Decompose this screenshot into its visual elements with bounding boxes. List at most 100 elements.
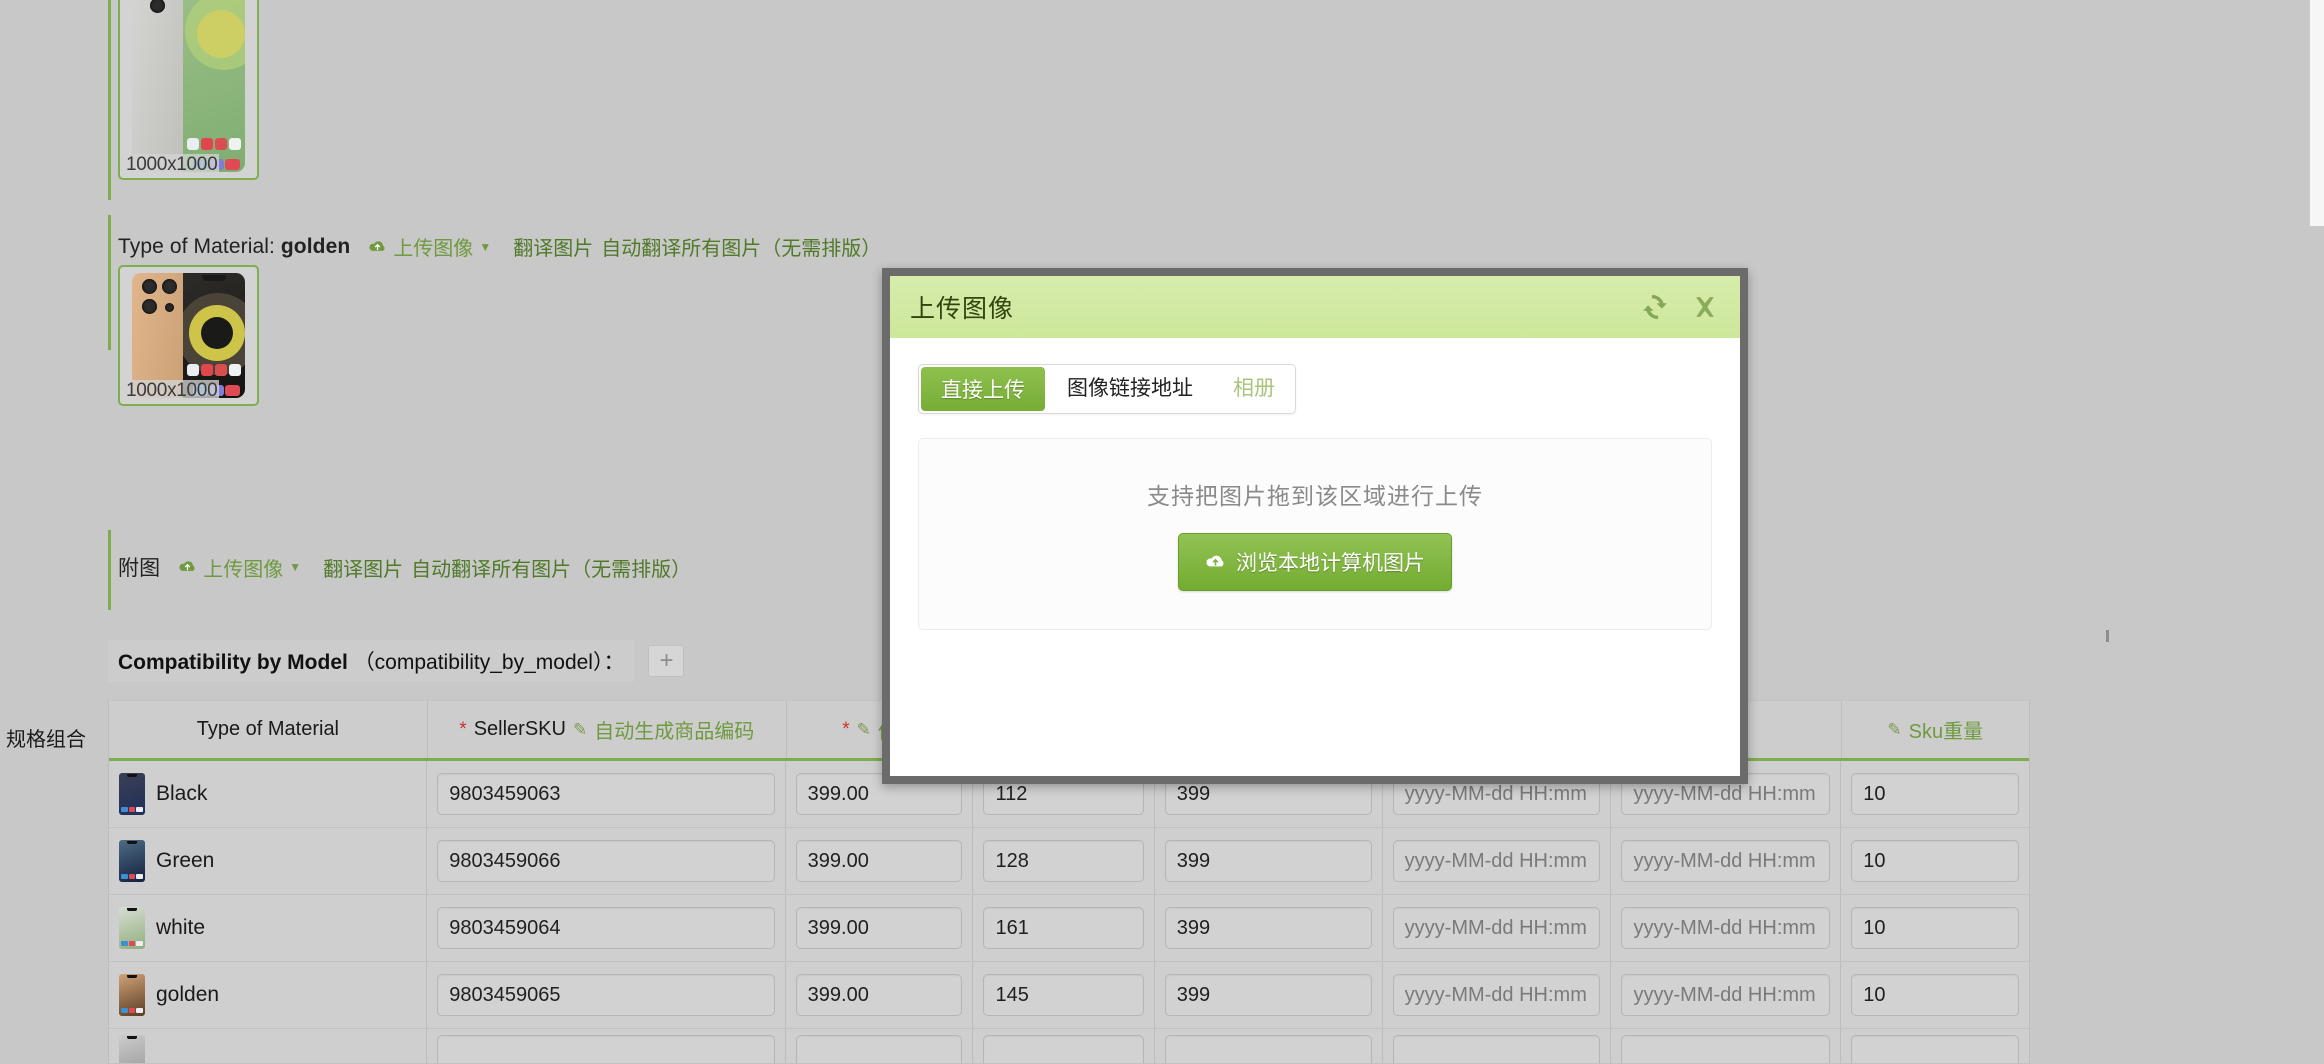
cell-quantity-input[interactable]: 161	[983, 907, 1144, 949]
cell-amount-input[interactable]	[1164, 1035, 1372, 1063]
cell-price-input[interactable]: 399.00	[795, 907, 963, 949]
browse-button-label: 浏览本地计算机图片	[1236, 552, 1425, 575]
refresh-icon[interactable]	[1640, 292, 1670, 322]
required-asterisk-icon: *	[459, 718, 467, 740]
cell-date-1-input[interactable]	[1392, 1035, 1601, 1063]
cell-price-input[interactable]: 399.00	[795, 840, 963, 882]
cell-sku-weight-input[interactable]: 10	[1851, 840, 2019, 882]
cell-price	[786, 1029, 974, 1063]
cell-sellersku: 9803459066	[427, 828, 786, 894]
cell-sellersku-input[interactable]: 9803459063	[437, 773, 775, 815]
thumbnail-dimension-label: 1000x1000	[124, 154, 220, 176]
cell-sellersku: 9803459063	[427, 761, 786, 827]
text-cursor-artifact	[2106, 630, 2109, 642]
tab-image-url[interactable]: 图像链接地址	[1047, 365, 1213, 409]
material-group-2	[108, 215, 111, 350]
browse-local-images-button[interactable]: 浏览本地计算机图片	[1178, 533, 1452, 591]
cell-quantity-input[interactable]	[983, 1035, 1144, 1063]
cell-amount-input[interactable]: 399	[1164, 974, 1372, 1016]
tab-album[interactable]: 相册	[1213, 365, 1295, 409]
translate-image-link-golden[interactable]: 翻译图片	[513, 232, 593, 261]
cell-quantity: 145	[973, 962, 1155, 1028]
column-header-type-of-material[interactable]: Type of Material	[109, 701, 428, 758]
material-name-text: Black	[156, 782, 208, 805]
cell-type-of-material: Black	[109, 761, 428, 827]
cell-amount: 399	[1155, 828, 1383, 894]
cell-type-of-material: Green	[109, 828, 428, 894]
cell-sku-weight-input[interactable]: 10	[1851, 907, 2019, 949]
cell-date-2-input[interactable]: yyyy-MM-dd HH:mm	[1621, 840, 1831, 882]
translate-image-link-attachment[interactable]: 翻译图片	[323, 553, 403, 582]
cell-price-input[interactable]	[795, 1035, 963, 1063]
modal-title: 上传图像	[910, 295, 1015, 323]
cell-amount	[1155, 1029, 1383, 1063]
cell-date-2: yyyy-MM-dd HH:mm	[1611, 828, 1842, 894]
cell-sku-weight-input[interactable]: 10	[1851, 773, 2019, 815]
cell-date-1-input[interactable]: yyyy-MM-dd HH:mm	[1392, 907, 1601, 949]
cell-quantity-input[interactable]: 145	[983, 974, 1144, 1016]
cell-amount-input[interactable]: 399	[1164, 840, 1372, 882]
pencil-icon: ✎	[856, 719, 871, 739]
cell-sellersku-input[interactable]	[437, 1035, 775, 1063]
auto-generate-sku-link[interactable]: 自动生成商品编码	[594, 715, 754, 744]
cell-date-1-input[interactable]: yyyy-MM-dd HH:mm	[1392, 974, 1601, 1016]
material-name-text: golden	[156, 983, 220, 1006]
cell-sku-weight-input[interactable]	[1851, 1035, 2019, 1063]
cell-quantity: 128	[973, 828, 1155, 894]
cell-date-1: yyyy-MM-dd HH:mm	[1383, 828, 1612, 894]
cell-type-of-material	[109, 1029, 428, 1063]
cell-date-1: yyyy-MM-dd HH:mm	[1383, 962, 1612, 1028]
upload-image-link-attachment[interactable]: 上传图像 ▼	[178, 553, 301, 582]
cell-sku-weight-input[interactable]: 10	[1851, 974, 2019, 1016]
cell-sellersku	[427, 1029, 786, 1063]
upload-image-link-golden[interactable]: 上传图像 ▼	[368, 232, 491, 261]
add-compatibility-button[interactable]: +	[648, 645, 685, 677]
cloud-upload-icon	[1206, 555, 1224, 567]
cell-sellersku-input[interactable]: 9803459065	[437, 974, 775, 1016]
attachment-group	[108, 530, 111, 610]
pencil-icon: ✎	[572, 719, 588, 739]
cell-sku-weight	[1841, 1029, 2029, 1063]
material-thumbnail-1[interactable]: 1000x1000	[118, 0, 259, 180]
attachment-label-row: 附图 上传图像 ▼ 翻译图片 自动翻译所有图片（无需排版）	[118, 552, 691, 582]
close-icon[interactable]	[1690, 292, 1720, 322]
cloud-upload-icon	[369, 240, 385, 251]
color-swatch-thumbnail	[119, 907, 145, 949]
cell-sellersku: 9803459065	[427, 962, 786, 1028]
cell-amount-input[interactable]: 399	[1164, 907, 1372, 949]
column-label: Sku重量	[1908, 721, 1984, 743]
column-header-sellersku[interactable]: * SellerSKU ✎ 自动生成商品编码	[428, 701, 787, 758]
material-thumbnail-golden[interactable]: 1000x1000	[118, 265, 259, 406]
cell-date-1	[1383, 1029, 1612, 1063]
tab-direct-upload[interactable]: 直接上传	[921, 367, 1045, 411]
modal-header: 上传图像	[890, 276, 1740, 338]
cell-quantity-input[interactable]: 128	[983, 840, 1144, 882]
compatibility-by-model-row: Compatibility by Model （compatibility_by…	[108, 640, 685, 682]
cell-price: 399.00	[786, 828, 974, 894]
cell-sellersku: 9803459064	[427, 895, 786, 961]
column-label: SellerSKU	[473, 718, 566, 740]
color-swatch-thumbnail	[119, 1035, 145, 1063]
auto-translate-all-link-attachment[interactable]: 自动翻译所有图片（无需排版）	[411, 553, 691, 582]
cell-amount: 399	[1155, 895, 1383, 961]
cell-date-1-input[interactable]: yyyy-MM-dd HH:mm	[1392, 840, 1601, 882]
upload-mode-tabs: 直接上传 图像链接地址 相册	[918, 364, 1296, 414]
image-dropzone[interactable]: 支持把图片拖到该区域进行上传 浏览本地计算机图片	[918, 438, 1712, 630]
cell-sellersku-input[interactable]: 9803459064	[437, 907, 775, 949]
column-header-sku-weight[interactable]: ✎ Sku重量	[1842, 701, 2029, 758]
material-label-row-golden: Type of Material: golden 上传图像 ▼ 翻译图片 自动翻…	[118, 232, 881, 261]
cell-price: 399.00	[786, 962, 974, 1028]
color-swatch-thumbnail	[119, 974, 145, 1016]
cell-quantity: 161	[973, 895, 1155, 961]
auto-translate-all-link-golden[interactable]: 自动翻译所有图片（无需排版）	[601, 232, 881, 261]
cell-date-2-input[interactable]: yyyy-MM-dd HH:mm	[1621, 907, 1831, 949]
required-asterisk-icon: *	[842, 718, 850, 740]
table-row: white 9803459064 399.00 161 399 yyyy-MM-dd HH…	[109, 895, 2029, 962]
cell-date-2-input[interactable]: yyyy-MM-dd HH:mm	[1621, 974, 1831, 1016]
cell-price-input[interactable]: 399.00	[795, 974, 963, 1016]
cell-quantity	[973, 1029, 1155, 1063]
cell-type-of-material: white	[109, 895, 428, 961]
top-right-white-strip	[2310, 0, 2324, 226]
cell-date-2-input[interactable]	[1621, 1035, 1831, 1063]
cell-sellersku-input[interactable]: 9803459066	[437, 840, 775, 882]
